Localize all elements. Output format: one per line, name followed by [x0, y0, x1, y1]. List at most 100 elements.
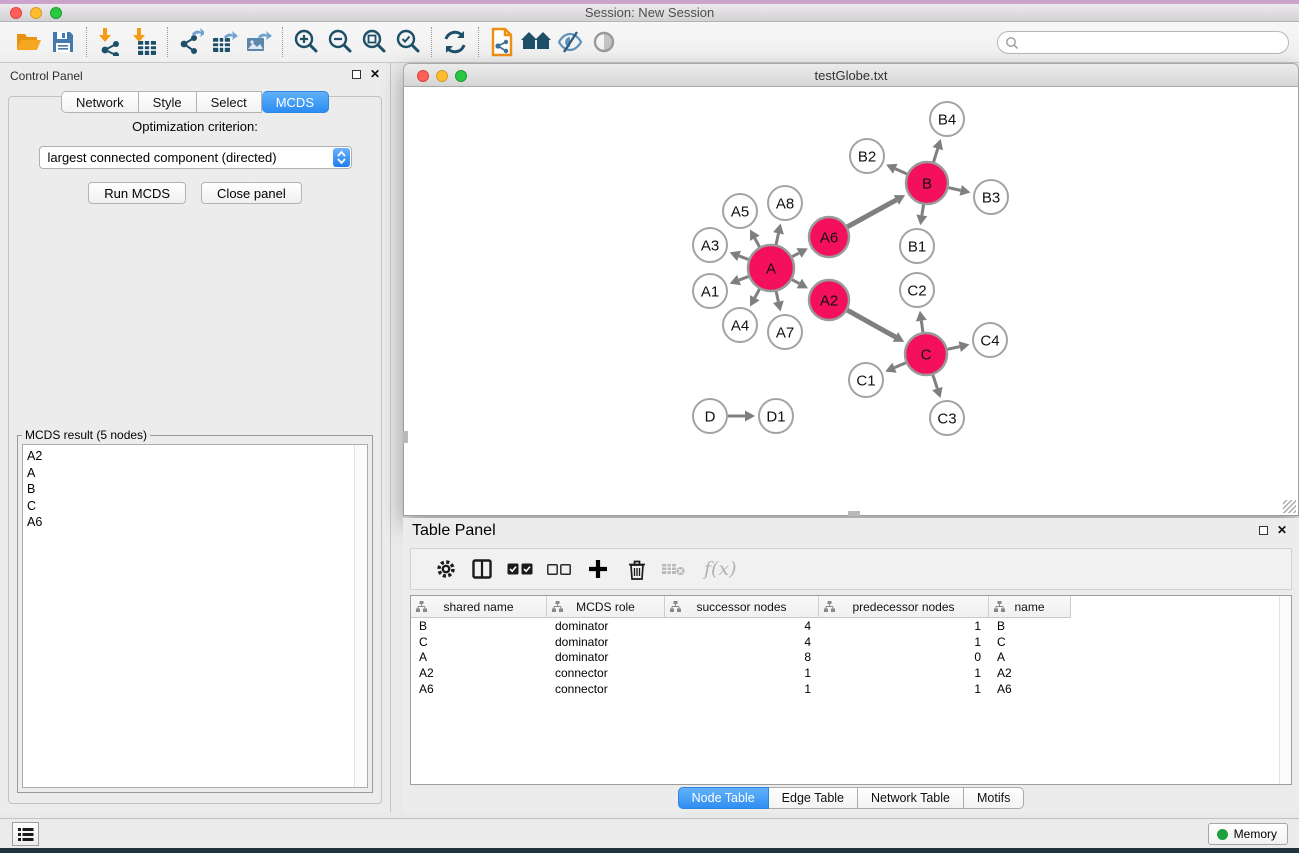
table-cell[interactable]: dominator	[547, 635, 665, 649]
table-cell[interactable]: dominator	[547, 650, 665, 664]
table-cell[interactable]: C	[989, 635, 1071, 649]
column-header-predecessor-nodes[interactable]: predecessor nodes	[819, 596, 989, 618]
column-header-shared-name[interactable]: shared name	[411, 596, 547, 618]
network-minimize-button[interactable]	[436, 70, 448, 82]
table-cell[interactable]: 4	[665, 635, 819, 649]
result-scrollbar[interactable]	[354, 445, 367, 787]
float-table-panel-icon[interactable]	[1259, 526, 1268, 535]
edge-A-A7[interactable]	[776, 291, 778, 301]
memory-button[interactable]: Memory	[1208, 823, 1288, 845]
table-cell[interactable]: 8	[665, 650, 819, 664]
zoom-in-icon[interactable]	[289, 25, 323, 59]
zoom-fit-icon[interactable]	[357, 25, 391, 59]
edge-C-C3[interactable]	[933, 375, 937, 389]
edge-A-A5[interactable]	[755, 238, 760, 247]
table-cell[interactable]: A2	[989, 666, 1071, 680]
task-history-button[interactable]	[12, 822, 39, 846]
table-cell[interactable]: B	[989, 619, 1071, 633]
tab-network[interactable]: Network	[61, 91, 139, 113]
edge-A-A1[interactable]	[739, 276, 749, 280]
edge-A-A4[interactable]	[755, 289, 760, 298]
table-cell[interactable]: A6	[411, 682, 547, 696]
import-network-icon[interactable]	[93, 25, 127, 59]
table-row[interactable]: Bdominator41B	[411, 618, 1291, 634]
result-item[interactable]: A2	[27, 448, 354, 465]
table-row[interactable]: Cdominator41C	[411, 634, 1291, 650]
table-cell[interactable]: A	[411, 650, 547, 664]
import-table-icon[interactable]	[127, 25, 161, 59]
zoom-out-icon[interactable]	[323, 25, 357, 59]
edge-B-B1[interactable]	[922, 205, 924, 216]
edge-B-B3[interactable]	[948, 188, 960, 191]
add-column-icon[interactable]	[578, 552, 618, 586]
search-field[interactable]	[997, 31, 1289, 54]
table-cell[interactable]: dominator	[547, 619, 665, 633]
table-row[interactable]: A6connector11A6	[411, 681, 1291, 697]
refresh-icon[interactable]	[438, 25, 472, 59]
table-cell[interactable]: A	[989, 650, 1071, 664]
canvas-scrollbar-bottom[interactable]	[848, 511, 860, 516]
column-header-successor-nodes[interactable]: successor nodes	[665, 596, 819, 618]
network-close-button[interactable]	[417, 70, 429, 82]
save-session-icon[interactable]	[46, 25, 80, 59]
tab-node-table[interactable]: Node Table	[678, 787, 769, 809]
export-image-icon[interactable]	[242, 25, 276, 59]
home-icon[interactable]	[519, 25, 553, 59]
delete-table-icon[interactable]	[656, 552, 690, 586]
edge-C-C4[interactable]	[947, 347, 959, 350]
table-cell[interactable]: A2	[411, 666, 547, 680]
network-maximize-button[interactable]	[455, 70, 467, 82]
tab-network-table[interactable]: Network Table	[858, 787, 964, 809]
delete-column-icon[interactable]	[618, 552, 656, 586]
edge-C-C1[interactable]	[894, 363, 905, 368]
table-cell[interactable]: 0	[819, 650, 989, 664]
window-resize-grip[interactable]	[1283, 500, 1296, 513]
canvas-scrollbar-left[interactable]	[403, 431, 408, 443]
edge-A-A3[interactable]	[739, 256, 749, 260]
table-cell[interactable]: 1	[819, 635, 989, 649]
tab-mcds[interactable]: MCDS	[262, 91, 329, 113]
table-cell[interactable]: 1	[819, 619, 989, 633]
deselect-all-icon[interactable]	[540, 552, 578, 586]
show-panel-icon[interactable]	[587, 25, 621, 59]
table-cell[interactable]: 1	[665, 682, 819, 696]
search-input[interactable]	[1019, 34, 1288, 52]
table-cell[interactable]: connector	[547, 666, 665, 680]
zoom-selected-icon[interactable]	[391, 25, 425, 59]
tab-select[interactable]: Select	[197, 91, 262, 113]
gear-icon[interactable]	[428, 552, 464, 586]
table-cell[interactable]: 1	[819, 666, 989, 680]
table-cell[interactable]: B	[411, 619, 547, 633]
edge-A-A8[interactable]	[776, 233, 778, 244]
network-canvas[interactable]: B4B2BB3A5A8A6A3B1AA1C2A2A4A7CC4C1C3DD1	[403, 87, 1299, 516]
table-row[interactable]: A2connector11A2	[411, 665, 1291, 681]
table-row[interactable]: Adominator80A	[411, 650, 1291, 666]
clone-network-icon[interactable]	[485, 25, 519, 59]
tab-motifs[interactable]: Motifs	[964, 787, 1024, 809]
column-header-name[interactable]: name	[989, 596, 1071, 618]
export-network-icon[interactable]	[174, 25, 208, 59]
table-scrollbar[interactable]	[1279, 596, 1291, 784]
mcds-result-list[interactable]: A2ABCA6	[22, 444, 368, 788]
table-cell[interactable]: 1	[665, 666, 819, 680]
hide-panel-icon[interactable]	[553, 25, 587, 59]
close-panel-button[interactable]: Close panel	[201, 182, 302, 204]
tab-style[interactable]: Style	[139, 91, 197, 113]
column-header-MCDS-role[interactable]: MCDS role	[547, 596, 665, 618]
select-all-icon[interactable]	[500, 552, 540, 586]
float-panel-icon[interactable]	[352, 70, 361, 79]
result-item[interactable]: A	[27, 465, 354, 482]
table-cell[interactable]: A6	[989, 682, 1071, 696]
column-layout-icon[interactable]	[464, 552, 500, 586]
tab-edge-table[interactable]: Edge Table	[769, 787, 858, 809]
dropdown-stepper-icon[interactable]	[333, 148, 350, 167]
maximize-window-button[interactable]	[50, 7, 62, 19]
edge-A-A6[interactable]	[792, 253, 799, 257]
minimize-window-button[interactable]	[30, 7, 42, 19]
edge-A6-B[interactable]	[847, 200, 896, 227]
close-window-button[interactable]	[10, 7, 22, 19]
result-item[interactable]: C	[27, 498, 354, 515]
edge-A-A2[interactable]	[792, 280, 799, 284]
network-window-titlebar[interactable]: testGlobe.txt	[403, 63, 1299, 87]
edge-B-B4[interactable]	[934, 149, 938, 162]
